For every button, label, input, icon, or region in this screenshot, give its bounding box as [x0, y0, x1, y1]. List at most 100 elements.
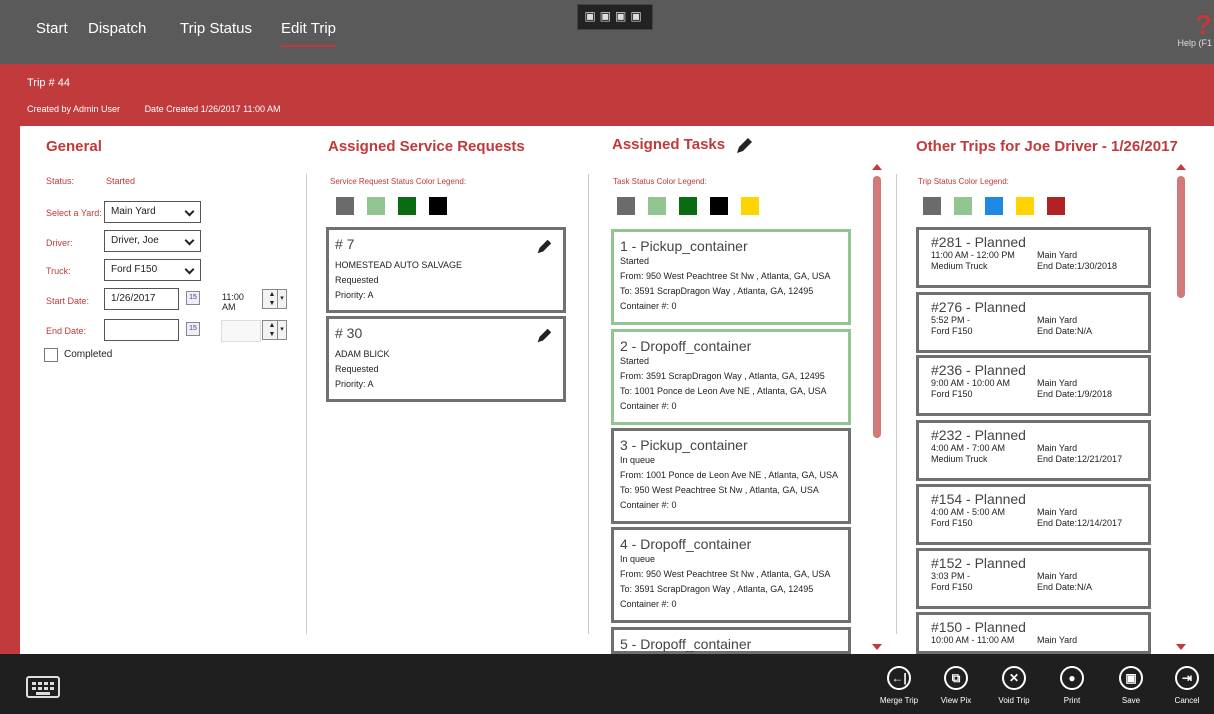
save-icon: ▣	[1119, 666, 1143, 690]
truck-label: Truck:	[46, 266, 71, 276]
trip-row: 11:00 AM - 12:00 PM Main Yard	[931, 250, 1136, 261]
tasks-scroll-up-icon[interactable]	[872, 164, 882, 170]
trip-row: 3:03 PM - Main Yard	[931, 571, 1136, 582]
keyboard-icon[interactable]	[26, 676, 60, 698]
service-request-card[interactable]: # 30 ADAM BLICK Requested Priority: A	[326, 316, 566, 402]
trip-row: Ford F150 End Date:12/14/2017	[931, 518, 1136, 529]
trip-truck: Ford F150	[931, 326, 973, 336]
service-color-swatch	[367, 197, 385, 215]
trip-number: Trip # 44	[27, 77, 71, 89]
edit-pencil-icon[interactable]	[535, 238, 553, 256]
task-card[interactable]: 4 - Dropoff_container In queue From: 950 W…	[611, 527, 851, 623]
trip-card[interactable]: #154 - Planned 4:00 AM - 5:00 AM Main Yard…	[916, 484, 1151, 545]
nav-start[interactable]: Start	[36, 20, 68, 37]
completed-checkbox[interactable]	[44, 348, 58, 362]
cancel-button[interactable]: ⇥ Cancel	[1162, 666, 1212, 705]
end-time-dropdown[interactable]: ▾	[277, 320, 287, 340]
trip-card[interactable]: #150 - Planned 10:00 AM - 11:00 AM Main Ya…	[916, 612, 1151, 654]
task-to: To: 1001 Ponce de Leon Ave NE , Atlanta,…	[620, 386, 827, 396]
yard-label: Select a Yard:	[46, 208, 102, 218]
truck-select[interactable]: Ford F150	[104, 259, 201, 281]
trip-title: #152 - Planned	[931, 555, 1026, 571]
cancel-icon: ⇥	[1175, 666, 1199, 690]
trips-scroll-up-icon[interactable]	[1176, 164, 1186, 170]
view-pix-button[interactable]: ⧉ View Pix	[931, 666, 981, 705]
service-request-card[interactable]: # 7 HOMESTEAD AUTO SALVAGE Requested Pri…	[326, 227, 566, 313]
snap-toolbar[interactable]: ▣▣▣▣	[577, 4, 653, 30]
nav-edit-trip[interactable]: Edit Trip	[281, 20, 337, 47]
end-time-field[interactable]	[221, 320, 261, 342]
trip-card[interactable]: #281 - Planned 11:00 AM - 12:00 PM Main Ya…	[916, 227, 1151, 288]
print-button[interactable]: ● Print	[1047, 666, 1097, 705]
trip-color-swatch	[954, 197, 972, 215]
trip-row: 4:00 AM - 7:00 AM Main Yard	[931, 443, 1136, 454]
help-icon: ?	[1194, 9, 1212, 40]
start-time-dropdown[interactable]: ▾	[277, 289, 287, 309]
task-card[interactable]: 1 - Pickup_container Started From: 950 Wes…	[611, 229, 851, 325]
trip-card[interactable]: #236 - Planned 9:00 AM - 10:00 AM Main Yar…	[916, 355, 1151, 416]
trip-truck: Ford F150	[931, 518, 973, 528]
trip-color-swatch	[1016, 197, 1034, 215]
trip-card[interactable]: #152 - Planned 3:03 PM - Main Yard Ford F15…	[916, 548, 1151, 609]
task-card[interactable]: 5 - Dropoff_container	[611, 627, 851, 654]
task-status: Started	[620, 256, 650, 266]
trip-card[interactable]: #232 - Planned 4:00 AM - 7:00 AM Main Yard…	[916, 420, 1151, 481]
help-button[interactable]: ? Help (F1	[1177, 9, 1212, 49]
assigned-tasks-title: Assigned Tasks	[612, 136, 726, 153]
trip-end-date: End Date:N/A	[1037, 326, 1093, 336]
bottom-app-bar: ←| Merge Trip ⧉ View Pix ✕ Void Trip ● Print…	[0, 654, 1214, 714]
trip-time: 4:00 AM - 7:00 AM	[931, 443, 1006, 453]
edit-pencil-icon[interactable]	[535, 327, 553, 345]
trip-yard: Main Yard	[1037, 635, 1078, 645]
task-title: 1 - Pickup_container	[620, 238, 748, 254]
trip-row: Ford F150 End Date:1/9/2018	[931, 389, 1136, 400]
task-from: From: 950 West Peachtree St Nw , Atlanta…	[620, 569, 831, 579]
end-calendar-icon[interactable]: 15	[186, 322, 200, 336]
void-icon: ✕	[1002, 666, 1026, 690]
trip-end-date: End Date:12/21/2017	[1037, 454, 1123, 464]
calendar-icon[interactable]: 15	[186, 291, 200, 305]
trip-time: 11:00 AM - 12:00 PM	[931, 250, 1015, 260]
nav-trip-status[interactable]: Trip Status	[180, 20, 252, 37]
service-color-swatch	[336, 197, 354, 215]
yard-select[interactable]: Main Yard	[104, 201, 201, 223]
merge-trip-button[interactable]: ←| Merge Trip	[874, 666, 924, 705]
task-container: Container #: 0	[620, 301, 677, 311]
trip-card[interactable]: #276 - Planned 5:52 PM - Main Yard Ford F15…	[916, 292, 1151, 353]
trip-title: #281 - Planned	[931, 234, 1026, 250]
tasks-scrollbar[interactable]	[873, 176, 881, 438]
trip-color-swatch	[1047, 197, 1065, 215]
service-color-swatch	[429, 197, 447, 215]
nav-dispatch[interactable]: Dispatch	[88, 20, 146, 37]
trips-scrollbar[interactable]	[1177, 176, 1185, 298]
task-card[interactable]: 2 - Dropoff_container Started From: 3591 S…	[611, 329, 851, 425]
tasks-scroll-down-icon[interactable]	[872, 644, 882, 650]
divider-1	[306, 174, 307, 634]
driver-select[interactable]: Driver, Joe	[104, 230, 201, 252]
service-color-swatch	[398, 197, 416, 215]
trip-color-swatch	[923, 197, 941, 215]
task-card[interactable]: 3 - Pickup_container In queue From: 1001 P…	[611, 428, 851, 524]
trip-row: Ford F150 End Date:N/A	[931, 582, 1136, 593]
service-request-number: # 7	[335, 236, 355, 252]
save-button[interactable]: ▣ Save	[1106, 666, 1156, 705]
void-trip-button[interactable]: ✕ Void Trip	[989, 666, 1039, 705]
trip-title: #236 - Planned	[931, 362, 1026, 378]
service-request-number: # 30	[335, 325, 363, 341]
start-date-field[interactable]: 1/26/2017	[104, 288, 179, 310]
trips-scroll-down-icon[interactable]	[1176, 644, 1186, 650]
trip-truck: Ford F150	[931, 582, 973, 592]
print-icon: ●	[1060, 666, 1084, 690]
trip-title: #232 - Planned	[931, 427, 1026, 443]
task-color-swatch	[679, 197, 697, 215]
end-date-field[interactable]	[104, 319, 179, 341]
start-time-field[interactable]: 11:00 AM	[219, 288, 261, 312]
general-title: General	[46, 138, 102, 155]
trip-truck: Medium Truck	[931, 454, 988, 464]
task-color-swatch	[710, 197, 728, 215]
edit-tasks-pencil-icon[interactable]	[734, 136, 754, 156]
task-color-swatch	[648, 197, 666, 215]
status-label: Status:	[46, 176, 75, 186]
task-status: Started	[620, 356, 650, 366]
trip-yard: Main Yard	[1037, 315, 1078, 325]
